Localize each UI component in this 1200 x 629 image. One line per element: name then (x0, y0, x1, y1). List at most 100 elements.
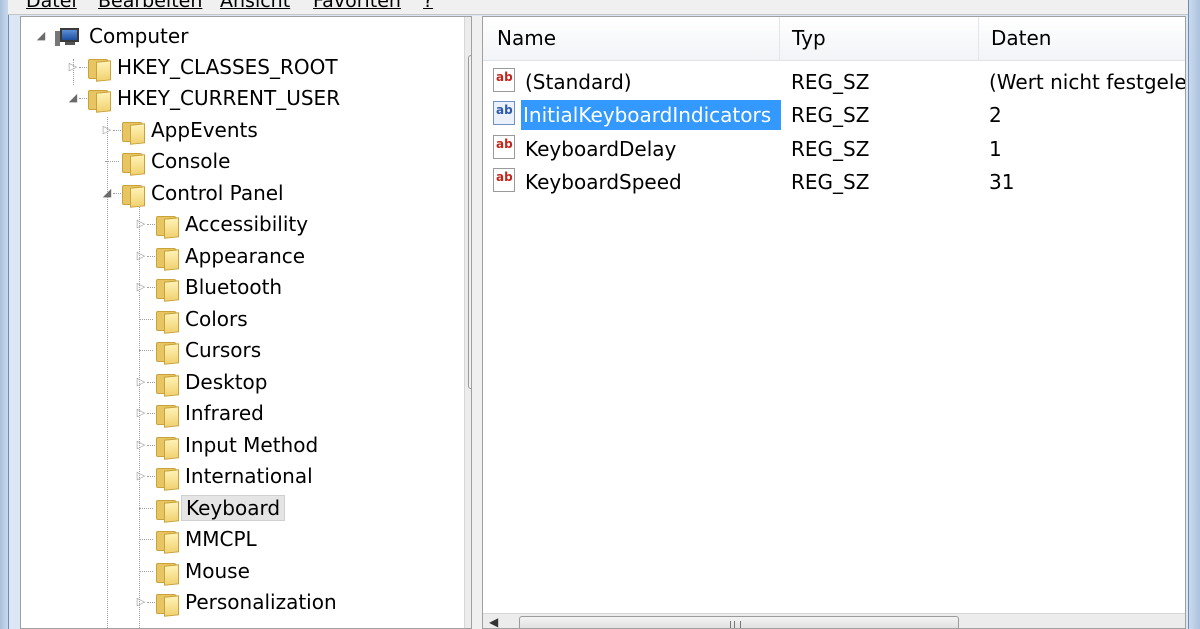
tree-item-label[interactable]: Colors (181, 307, 252, 331)
tree-item-appevents[interactable]: ▷ AppEvents (21, 115, 441, 145)
collapsed-arrow-icon[interactable]: ▷ (101, 124, 113, 136)
tree-item-label[interactable]: Accessibility (181, 212, 312, 236)
tree-item-keyboard[interactable]: Keyboard (21, 493, 441, 523)
tree-item-bluetooth[interactable]: ▷ Bluetooth (21, 272, 441, 302)
computer-icon (55, 28, 81, 50)
tree-item-label[interactable]: Infrared (181, 401, 268, 425)
folder-icon (155, 435, 179, 460)
collapsed-arrow-icon[interactable]: ▷ (135, 470, 147, 482)
value-row[interactable]: ab KeyboardSpeed REG_SZ 31 (483, 165, 1185, 198)
tree-item-label[interactable]: Control Panel (147, 181, 288, 205)
tree-item-label[interactable]: Computer (85, 24, 192, 48)
value-name[interactable]: KeyboardDelay (523, 137, 678, 161)
tree-item-label[interactable]: Keyboard (181, 495, 286, 521)
tree-guide-line (147, 476, 155, 477)
menu-datei[interactable]: Datei (26, 0, 77, 12)
folder-icon (121, 151, 145, 176)
folder-icon (155, 592, 179, 617)
tree-guide-line (147, 413, 155, 414)
tree-item-control-panel[interactable]: ◢ Control Panel (21, 178, 441, 208)
tree-item-label[interactable]: HKEY_CURRENT_USER (113, 86, 344, 110)
value-data: 1 (989, 137, 1002, 161)
folder-icon (155, 340, 179, 365)
tree-item-label[interactable]: Cursors (181, 338, 265, 362)
value-name[interactable]: InitialKeyboardIndicators (521, 100, 782, 130)
collapsed-arrow-icon[interactable]: ▷ (67, 61, 79, 73)
collapsed-arrow-icon[interactable]: ▷ (135, 281, 147, 293)
collapsed-arrow-icon[interactable]: ▷ (135, 376, 147, 388)
tree-item-label[interactable]: AppEvents (147, 118, 262, 142)
tree-item-label[interactable]: Desktop (181, 370, 271, 394)
tree-item-computer[interactable]: ◢ Computer (21, 21, 441, 51)
folder-icon (121, 183, 145, 208)
tree-item-personalization[interactable]: ▷ Personalization (21, 587, 441, 617)
tree-item-hkey-current-user[interactable]: ◢ HKEY_CURRENT_USER (21, 83, 441, 113)
menu-ansicht[interactable]: Ansicht (220, 0, 290, 12)
column-divider[interactable] (978, 17, 979, 60)
reg-string-icon: ab (493, 101, 515, 125)
tree-item-hkey-classes-root[interactable]: ▷ HKEY_CLASSES_ROOT (21, 52, 441, 82)
value-type: REG_SZ (791, 70, 870, 94)
tree-item-label[interactable]: Mouse (181, 559, 254, 583)
tree-item-cursors[interactable]: Cursors (21, 335, 441, 365)
collapsed-arrow-icon[interactable]: ▷ (135, 596, 147, 608)
value-row[interactable]: ab (Standard) REG_SZ (Wert nicht festgeleg (483, 65, 1186, 98)
tree-item-label[interactable]: Input Method (181, 433, 322, 457)
expanded-arrow-icon[interactable]: ◢ (101, 187, 113, 199)
menu-help[interactable]: ? (423, 0, 433, 12)
registry-tree-pane[interactable]: ◢ Computer ▷ HKEY_CLASSES_ROOT ◢ HKEY_CURRENT… (20, 16, 472, 629)
grip-icon (730, 621, 741, 628)
tree-item-mmcpl[interactable]: MMCPL (21, 524, 441, 554)
collapsed-arrow-icon[interactable]: ▷ (135, 439, 147, 451)
tree-guide-line (147, 602, 155, 603)
list-horizontal-scrollbar[interactable]: ◀ (483, 613, 1185, 628)
window-frame-right (1188, 0, 1200, 629)
collapsed-arrow-icon[interactable]: ▷ (135, 407, 147, 419)
value-row[interactable]: ab InitialKeyboardIndicators REG_SZ 2 (483, 98, 1185, 131)
value-name[interactable]: (Standard) (523, 70, 634, 94)
tree-item-label[interactable]: Personalization (181, 590, 341, 614)
value-data: (Wert nicht festgeleg (989, 70, 1186, 94)
tree-item-accessibility[interactable]: ▷ Accessibility (21, 209, 441, 239)
pane-splitter[interactable] (472, 16, 482, 629)
tree-item-label[interactable]: Console (147, 149, 234, 173)
menu-favoriten[interactable]: Favoriten (313, 0, 401, 12)
tree-item-label[interactable]: International (181, 464, 317, 488)
column-header-name[interactable]: Name (497, 26, 556, 50)
tree-vertical-scrollbar[interactable]: ▲ ▼ (464, 17, 471, 628)
tree-item-colors[interactable]: Colors (21, 304, 441, 334)
value-type: REG_SZ (791, 170, 870, 194)
tree-item-infrared[interactable]: ▷ Infrared (21, 398, 441, 428)
tree-item-appearance[interactable]: ▷ Appearance (21, 241, 441, 271)
tree-item-label[interactable]: MMCPL (181, 527, 261, 551)
folder-icon (155, 529, 179, 554)
column-header-daten[interactable]: Daten (991, 26, 1051, 50)
list-header: Name Typ Daten (483, 17, 1185, 61)
tree-item-label[interactable]: HKEY_CLASSES_ROOT (113, 55, 342, 79)
scroll-left-arrow-icon[interactable]: ◀ (489, 615, 498, 628)
expanded-arrow-icon[interactable]: ◢ (67, 92, 79, 104)
tree-item-label[interactable]: Bluetooth (181, 275, 286, 299)
collapsed-arrow-icon[interactable]: ▷ (135, 218, 147, 230)
column-header-typ[interactable]: Typ (792, 26, 826, 50)
value-name[interactable]: KeyboardSpeed (523, 170, 684, 194)
tree-guide-line (147, 287, 155, 288)
menu-bearbeiten[interactable]: Bearbeiten (98, 0, 202, 12)
tree-item-mouse[interactable]: Mouse (21, 556, 441, 586)
tree-item-console[interactable]: Console (21, 146, 441, 176)
scrollbar-thumb[interactable] (519, 616, 959, 628)
tree-item-label[interactable]: Appearance (181, 244, 309, 268)
value-row[interactable]: ab KeyboardDelay REG_SZ 1 (483, 132, 1185, 165)
registry-values-pane[interactable]: Name Typ Daten ab (Standard) REG_SZ (Wert n… (482, 16, 1186, 629)
tree-guide-line (147, 382, 155, 383)
tree-guide-line (147, 224, 155, 225)
tree-item-input-method[interactable]: ▷ Input Method (21, 430, 441, 460)
tree-item-international[interactable]: ▷ International (21, 461, 441, 491)
collapsed-arrow-icon[interactable]: ▷ (135, 250, 147, 262)
tree-item-desktop[interactable]: ▷ Desktop (21, 367, 441, 397)
column-divider[interactable] (779, 17, 780, 60)
folder-icon (155, 246, 179, 271)
reg-string-icon: ab (493, 68, 515, 92)
expanded-arrow-icon[interactable]: ◢ (35, 30, 47, 42)
folder-icon (155, 561, 179, 586)
